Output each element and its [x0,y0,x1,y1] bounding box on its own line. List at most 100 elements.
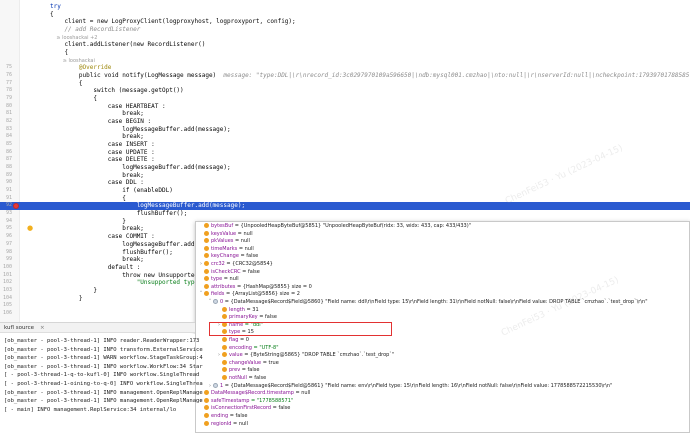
line-number[interactable]: 89 [0,172,12,180]
variable-row[interactable]: primaryKey = false [216,314,277,321]
code-line[interactable]: 91 { [0,195,690,203]
console-line[interactable]: [ob_master - pool-3-thread-1] INFO manag… [4,389,203,397]
line-number[interactable]: 87 [0,156,12,164]
line-number[interactable]: 94 [0,218,12,226]
line-number[interactable]: 98 [0,249,12,257]
code-line[interactable]: { [0,49,690,57]
line-number[interactable]: 76 [0,72,12,80]
code-line[interactable]: { [0,11,690,19]
variable-row[interactable]: length = 31 [216,306,259,314]
code-line[interactable]: 80 case HEARTBEAT : [0,103,690,111]
line-number[interactable]: 85 [0,141,12,149]
code-line[interactable]: client = new LogProxyClient(logproxyhost… [0,18,690,26]
variable-row[interactable]: › 1 = {DataMessage$Record$Field@5861} "Fi… [207,382,612,390]
variable-row[interactable]: keysValue = null [198,230,253,238]
line-number[interactable]: 104 [0,295,12,303]
code-line[interactable]: 91 if (enableDDL) [0,187,690,195]
code-line[interactable]: 82 case BEGIN : [0,118,690,126]
console-line[interactable]: [ - pool-3-thread-1-q-to-kufl-0] INFO wo… [4,371,199,379]
variable-row[interactable]: isCheckCRC = false [198,268,260,276]
variable-row[interactable]: pkValues = null [198,238,250,245]
line-number[interactable]: 93 [0,210,12,218]
console-line[interactable]: [ob_master - pool-3-thread-1] INFO reade… [4,337,199,345]
line-number[interactable]: 82 [0,118,12,126]
line-number[interactable]: 100 [0,264,12,272]
code-line[interactable]: 75 @Override [0,64,690,72]
line-number[interactable]: 101 [0,272,12,280]
code-line[interactable]: 85 case INSERT : [0,141,690,149]
line-number[interactable]: 81 [0,110,12,118]
variable-row[interactable]: regionId = null [198,420,248,428]
code-line[interactable]: ≥ looshackai [0,57,690,65]
console-line[interactable]: [ob_master - pool-3-thread-1] INFO manag… [4,397,203,405]
line-number[interactable]: 86 [0,149,12,157]
code-line[interactable]: 78 switch (message.getOpt()) [0,87,690,95]
lightbulb-icon[interactable]: ● [27,225,33,233]
variable-row[interactable]: ˅ fields = {ArrayList@5856} size = 2 [198,291,300,298]
line-number[interactable]: 91 [0,187,12,195]
breakpoint-icon[interactable] [13,203,19,210]
line-number[interactable]: 80 [0,103,12,111]
code-line[interactable]: 79 { [0,95,690,103]
tab-kufl-source[interactable]: kufl source [4,323,34,333]
variable-row[interactable]: isConnectionFirstRecord = false [198,405,290,412]
variable-row[interactable]: type = null [198,276,239,283]
line-number[interactable]: 96 [0,233,12,241]
variable-row[interactable]: ending = false [198,413,247,420]
variable-row[interactable]: › crc32 = {CRC32@5854} [198,261,273,268]
variable-row[interactable]: ˅ 0 = {DataMessage$Record$Field@5860} "Fi… [207,299,648,306]
console-line[interactable]: [ob_master - pool-3-thread-1] INFO workf… [4,363,203,371]
line-number[interactable]: 77 [0,80,12,88]
code-line[interactable]: 84 break; [0,133,690,141]
line-number[interactable]: 106 [0,310,12,318]
variable-row[interactable]: › value = {ByteString@5865} "DROP TABLE `… [216,352,394,359]
current-execution-line[interactable]: 92 logMessageBuffer.add(message); [0,202,690,211]
variable-row[interactable]: bytesBuf = {UnpooledHeapByteBuf@5851} "U… [198,223,471,230]
variable-row[interactable]: DataMessage$Record.timestamp = null [198,390,310,397]
code-line[interactable]: try [0,3,690,11]
variable-row[interactable]: timeMarks = null [198,245,254,253]
code-line[interactable]: client.addListener(new RecordListener() [0,41,690,49]
variable-row[interactable]: encoding = "UTF-8" [216,344,279,352]
line-number[interactable]: 84 [0,133,12,141]
code-line[interactable]: // add RecordListener [0,26,690,34]
code-line[interactable]: 87 case DELETE : [0,156,690,164]
code-line[interactable]: 83 logMessageBuffer.add(message); [0,126,690,134]
code-line[interactable]: 86 case UPDATE : [0,149,690,157]
code-line[interactable]: 88 logMessageBuffer.add(message); [0,164,690,172]
code-line[interactable]: ≥ looshackai +2 [0,34,690,42]
console-line[interactable]: [ob_master - pool-3-thread-1] WARN workf… [4,354,203,362]
line-number[interactable]: 95 [0,225,12,233]
console-line[interactable]: [ - main] INFO management.ReplService:34… [4,406,176,414]
variable-row[interactable]: › safeTimestamp = "1778588571" [198,397,293,405]
code-line[interactable]: 93 flushBuffer(); [0,210,690,218]
line-number[interactable]: 102 [0,279,12,287]
code-line[interactable]: 81 break; [0,110,690,118]
expand-toggle-icon[interactable]: › [207,383,213,390]
line-number[interactable]: 83 [0,126,12,134]
code-line[interactable]: 77 { [0,80,690,88]
variable-row[interactable]: prev = false [216,367,259,374]
variable-row[interactable]: attributes = {HashMap@5855} size = 0 [198,283,312,291]
variable-row[interactable]: changeValue = true [216,359,279,367]
line-number[interactable]: 99 [0,256,12,264]
line-number[interactable]: 75 [0,64,12,72]
line-number[interactable]: 91 [0,195,12,203]
line-number[interactable]: 78 [0,87,12,95]
line-number[interactable]: 88 [0,164,12,172]
code-line[interactable]: 76 public void notify(LogMessage message… [0,72,690,80]
line-number[interactable]: 105 [0,302,12,310]
console-line[interactable]: [ob_master - pool-3-thread-1] INFO trans… [4,346,203,354]
line-number[interactable]: 97 [0,241,12,249]
line-number[interactable]: 103 [0,287,12,295]
variable-row[interactable]: notNull = false [216,375,266,382]
line-number[interactable]: 92 [0,202,12,210]
console-output[interactable]: [ob_master - pool-3-thread-1] INFO reade… [0,334,203,433]
debugger-variables-popup[interactable]: bytesBuf = {UnpooledHeapByteBuf@5851} "U… [195,221,690,433]
code-line[interactable]: 89 break; [0,172,690,180]
line-number[interactable]: 79 [0,95,12,103]
console-line[interactable]: [ - pool-3-thread-1-oining-to-q-0] INFO … [4,380,203,388]
code-line[interactable]: 90 case DDL : [0,179,690,187]
variable-row[interactable]: keyChange = false [198,253,258,260]
line-number[interactable]: 90 [0,179,12,187]
